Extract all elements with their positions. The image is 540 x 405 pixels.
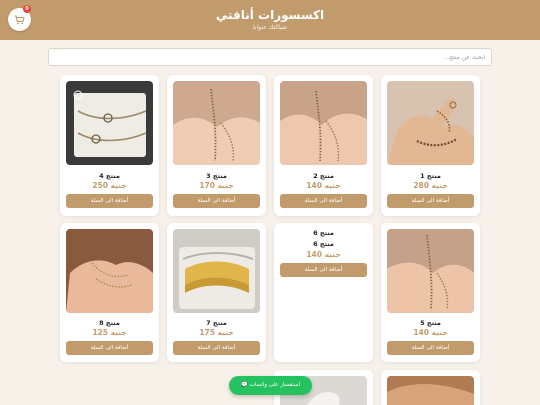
product-card[interactable]: منتج 3 170 جنيه أضافة الى السلة: [167, 75, 266, 216]
product-image-alt-text: منتج 6: [313, 229, 334, 237]
site-header: اكسسورات أناقتي شياكتك عنوانا: [0, 0, 540, 40]
product-price: 250 جنيه: [92, 181, 127, 190]
cart-icon: [14, 14, 25, 24]
cart-count-badge: 0: [23, 5, 31, 13]
add-to-cart-button[interactable]: أضافة الى السلة: [173, 341, 260, 355]
product-image[interactable]: [280, 81, 367, 165]
add-to-cart-button[interactable]: أضافة الى السلة: [280, 263, 367, 277]
product-name: منتج 8: [99, 319, 120, 327]
product-name: منتج 1: [420, 172, 441, 180]
product-name: منتج 4: [99, 172, 120, 180]
product-card[interactable]: منتج 6 منتج 6 140 جنيه أضافة الى السلة: [274, 223, 373, 362]
product-image[interactable]: [173, 229, 260, 313]
product-image[interactable]: [387, 81, 474, 165]
add-to-cart-button[interactable]: أضافة الى السلة: [387, 341, 474, 355]
product-price: 280 جنيه: [413, 181, 448, 190]
product-price: 175 جنيه: [199, 328, 234, 337]
site-title: اكسسورات أناقتي: [215, 8, 325, 22]
product-card[interactable]: منتج 4 250 جنيه أضافة الى السلة: [60, 75, 159, 216]
product-name: منتج 5: [420, 319, 441, 327]
add-to-cart-button[interactable]: أضافة الى السلة: [66, 194, 153, 208]
whatsapp-inquiry-button[interactable]: 💬 استفسار على واتساب: [229, 376, 312, 395]
product-image[interactable]: [387, 229, 474, 313]
product-price: 170 جنيه: [199, 181, 234, 190]
product-price: 140 جنيه: [413, 328, 448, 337]
product-card[interactable]: [381, 370, 480, 405]
whatsapp-label: استفسار على واتساب: [249, 382, 301, 388]
chat-icon: 💬: [240, 382, 248, 388]
product-image[interactable]: [66, 229, 153, 313]
product-image[interactable]: [66, 81, 153, 165]
product-name: منتج 6: [313, 240, 334, 248]
product-price: 140 جنيه: [306, 181, 341, 190]
site-subtitle: شياكتك عنوانا: [253, 24, 287, 31]
add-to-cart-button[interactable]: أضافة الى السلة: [387, 194, 474, 208]
product-name: منتج 2: [313, 172, 334, 180]
search-input[interactable]: [48, 48, 492, 66]
add-to-cart-button[interactable]: أضافة الى السلة: [280, 194, 367, 208]
product-price: 140 جنيه: [306, 250, 341, 259]
product-price: 125 جنيه: [92, 328, 127, 337]
product-image[interactable]: [173, 81, 260, 165]
product-card[interactable]: منتج 8 125 جنيه أضافة الى السلة: [60, 223, 159, 362]
product-name: منتج 7: [206, 319, 227, 327]
add-to-cart-button[interactable]: أضافة الى السلة: [173, 194, 260, 208]
product-image[interactable]: [387, 376, 474, 405]
product-name: منتج 3: [206, 172, 227, 180]
product-card[interactable]: منتج 2 140 جنيه أضافة الى السلة: [274, 75, 373, 216]
product-card[interactable]: منتج 7 175 جنيه أضافة الى السلة: [167, 223, 266, 362]
add-to-cart-button[interactable]: أضافة الى السلة: [66, 341, 153, 355]
product-card[interactable]: منتج 5 140 جنيه أضافة الى السلة: [381, 223, 480, 362]
product-card[interactable]: منتج 1 280 جنيه أضافة الى السلة: [381, 75, 480, 216]
